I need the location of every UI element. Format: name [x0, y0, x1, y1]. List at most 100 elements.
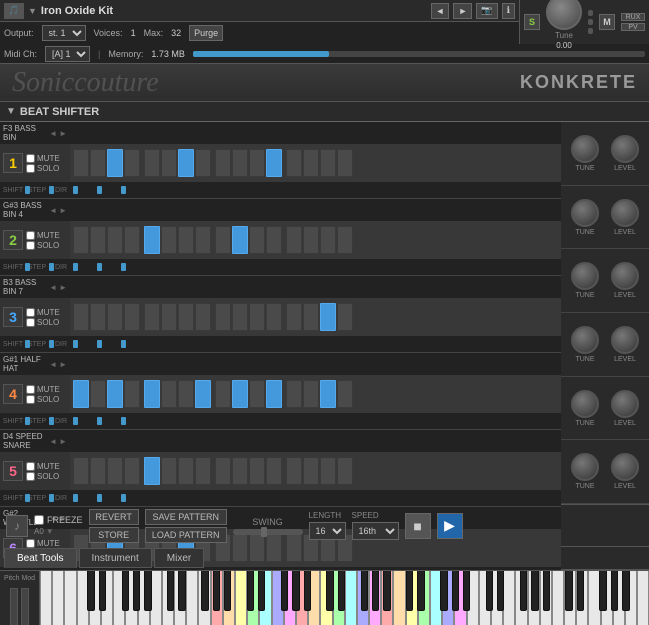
- black-key-D1[interactable]: [178, 571, 185, 611]
- step-13-track-4[interactable]: [303, 380, 319, 408]
- black-key-G1[interactable]: [213, 571, 220, 611]
- track-nav-right-5[interactable]: ►: [59, 437, 67, 446]
- white-key-A1[interactable]: [186, 571, 198, 625]
- step-13-track-3[interactable]: [303, 303, 319, 331]
- step-9-track-2[interactable]: [232, 226, 248, 254]
- step-7-track-5[interactable]: [195, 457, 211, 485]
- step-2-track-1[interactable]: [107, 149, 123, 177]
- black-key-D3[interactable]: [338, 571, 345, 611]
- swing-slider[interactable]: [233, 529, 303, 535]
- mute-checkbox-5[interactable]: [26, 462, 35, 471]
- step-15-track-4[interactable]: [337, 380, 353, 408]
- step-8-track-1[interactable]: [215, 149, 231, 177]
- step-3-track-1[interactable]: [124, 149, 140, 177]
- step-10-track-3[interactable]: [249, 303, 265, 331]
- tune-knob-3[interactable]: [571, 262, 599, 290]
- step-13-track-2[interactable]: [303, 226, 319, 254]
- step-1-track-1[interactable]: [90, 149, 106, 177]
- step-7-track-3[interactable]: [195, 303, 211, 331]
- step-0-track-2[interactable]: [73, 226, 89, 254]
- mute-checkbox-4[interactable]: [26, 385, 35, 394]
- step-9-track-3[interactable]: [232, 303, 248, 331]
- step-13-track-5[interactable]: [303, 457, 319, 485]
- nav-left-btn[interactable]: ◄: [431, 3, 450, 19]
- white-key-E0[interactable]: [64, 571, 76, 625]
- nav-right-btn[interactable]: ►: [453, 3, 472, 19]
- length-select[interactable]: 16832: [309, 522, 346, 540]
- step-10-track-6[interactable]: [249, 534, 265, 562]
- white-key-F5[interactable]: [503, 571, 515, 625]
- step-4-track-3[interactable]: [144, 303, 160, 331]
- black-key-C1[interactable]: [167, 571, 174, 611]
- tune-knob-1[interactable]: [571, 135, 599, 163]
- step-11-track-1[interactable]: [266, 149, 282, 177]
- step-15-track-2[interactable]: [337, 226, 353, 254]
- black-key-F0[interactable]: [122, 571, 129, 611]
- black-key-A2[interactable]: [304, 571, 311, 611]
- solo-checkbox-5[interactable]: [26, 472, 35, 481]
- load-pattern-btn[interactable]: LOAD PATTERN: [145, 527, 227, 543]
- black-key-F5[interactable]: [520, 571, 527, 611]
- step-12-track-5[interactable]: [286, 457, 302, 485]
- play-button[interactable]: ▶: [437, 513, 463, 539]
- step-15-track-3[interactable]: [337, 303, 353, 331]
- black-key-A1[interactable]: [224, 571, 231, 611]
- level-knob-4[interactable]: [611, 326, 639, 354]
- step-4-track-2[interactable]: [144, 226, 160, 254]
- step-3-track-3[interactable]: [124, 303, 140, 331]
- step-12-track-4[interactable]: [286, 380, 302, 408]
- step-4-track-4[interactable]: [144, 380, 160, 408]
- step-0-track-1[interactable]: [73, 149, 89, 177]
- track-nav-left-3[interactable]: ◄: [49, 283, 57, 292]
- output-select[interactable]: st. 1: [42, 25, 86, 41]
- black-key-F3[interactable]: [361, 571, 368, 611]
- step-3-track-2[interactable]: [124, 226, 140, 254]
- tab-mixer[interactable]: Mixer: [154, 548, 204, 568]
- track-nav-left-5[interactable]: ◄: [49, 437, 57, 446]
- step-14-track-3[interactable]: [320, 303, 336, 331]
- step-8-track-2[interactable]: [215, 226, 231, 254]
- black-key-C5[interactable]: [486, 571, 493, 611]
- step-10-track-1[interactable]: [249, 149, 265, 177]
- black-key-C2[interactable]: [247, 571, 254, 611]
- black-key-G4[interactable]: [452, 571, 459, 611]
- midi-select[interactable]: [A] 1: [45, 46, 90, 62]
- black-key-C6[interactable]: [565, 571, 572, 611]
- step-7-track-1[interactable]: [195, 149, 211, 177]
- black-key-C3[interactable]: [326, 571, 333, 611]
- step-12-track-2[interactable]: [286, 226, 302, 254]
- step-11-track-4[interactable]: [266, 380, 282, 408]
- speed-select[interactable]: 16th8th32nd: [352, 522, 399, 540]
- white-key-E2[interactable]: [235, 571, 247, 625]
- step-9-track-6[interactable]: [232, 534, 248, 562]
- collapse-icon[interactable]: ▼: [6, 106, 16, 117]
- step-2-track-5[interactable]: [107, 457, 123, 485]
- black-key-A0[interactable]: [144, 571, 151, 611]
- black-key-A3[interactable]: [383, 571, 390, 611]
- level-knob-5[interactable]: [611, 390, 639, 418]
- step-3-track-4[interactable]: [124, 380, 140, 408]
- step-6-track-1[interactable]: [178, 149, 194, 177]
- tune-knob-5[interactable]: [571, 390, 599, 418]
- step-4-track-1[interactable]: [144, 149, 160, 177]
- step-14-track-4[interactable]: [320, 380, 336, 408]
- step-5-track-4[interactable]: [161, 380, 177, 408]
- track-nav-right-3[interactable]: ►: [59, 283, 67, 292]
- mute-checkbox-6[interactable]: [26, 539, 35, 548]
- step-12-track-6[interactable]: [286, 534, 302, 562]
- step-14-track-1[interactable]: [320, 149, 336, 177]
- step-2-track-2[interactable]: [107, 226, 123, 254]
- black-key-D6[interactable]: [577, 571, 584, 611]
- black-key-G3[interactable]: [372, 571, 379, 611]
- step-12-track-3[interactable]: [286, 303, 302, 331]
- s-button[interactable]: S: [524, 14, 540, 30]
- white-key-C0[interactable]: [40, 571, 52, 625]
- step-6-track-4[interactable]: [178, 380, 194, 408]
- tab-beat-tools[interactable]: Beat Tools: [4, 548, 77, 568]
- solo-checkbox-4[interactable]: [26, 395, 35, 404]
- tune-knob-6[interactable]: [571, 453, 599, 481]
- black-key-G0[interactable]: [133, 571, 140, 611]
- step-2-track-3[interactable]: [107, 303, 123, 331]
- white-key-D4[interactable]: [393, 571, 405, 625]
- black-key-C0[interactable]: [87, 571, 94, 611]
